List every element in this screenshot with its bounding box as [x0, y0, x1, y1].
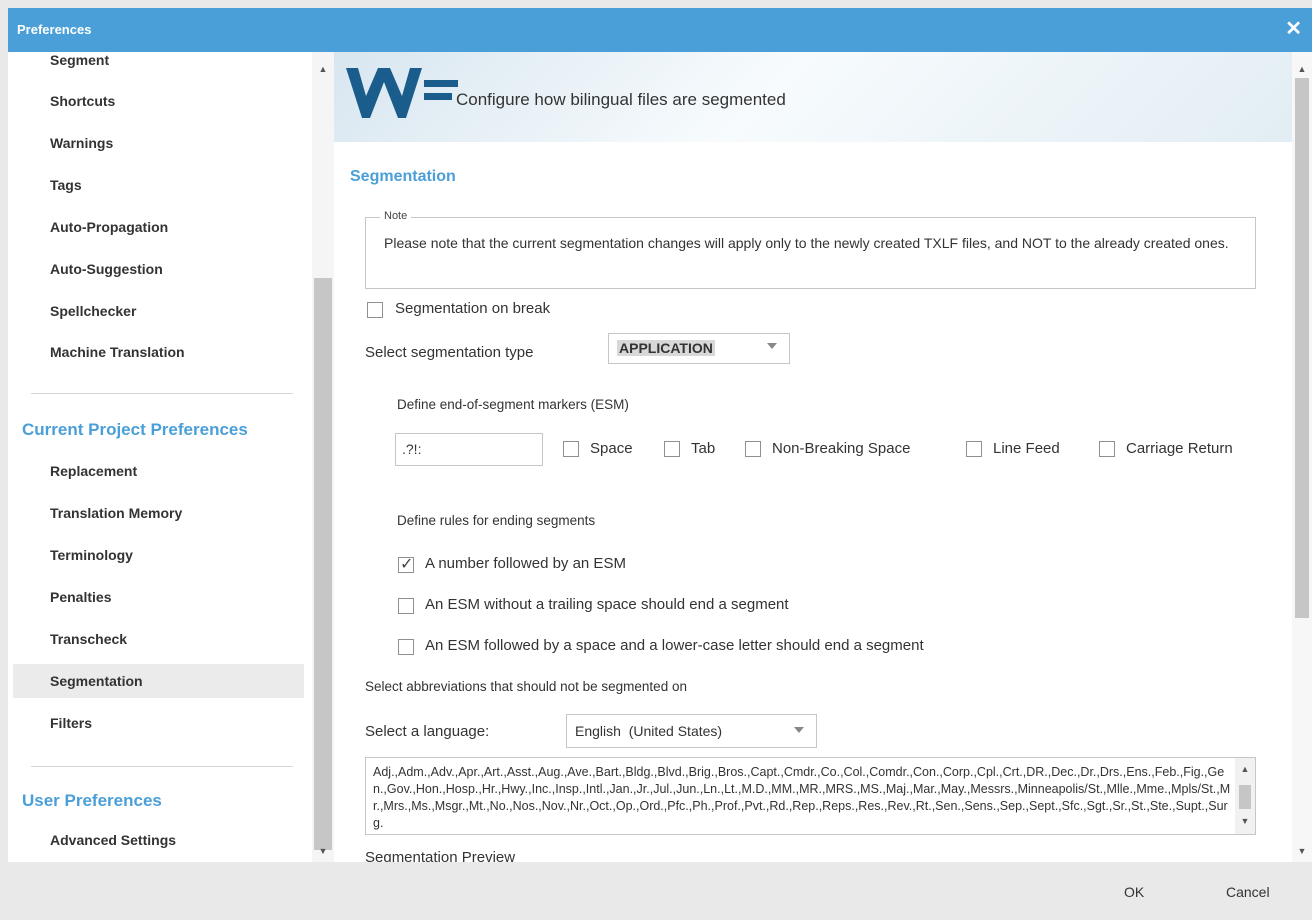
scroll-up-icon[interactable]: ▲ — [312, 64, 334, 74]
scroll-down-icon[interactable]: ▼ — [312, 846, 334, 856]
sidebar-item-shortcuts[interactable]: Shortcuts — [13, 84, 304, 118]
close-icon[interactable]: ✕ — [1285, 18, 1302, 40]
main-panel: Configure how bilingual files are segmen… — [334, 52, 1292, 862]
ok-button[interactable]: OK — [1124, 884, 1144, 900]
main-scrollbar[interactable]: ▲ ▼ — [1292, 52, 1312, 862]
preferences-dialog: Segment Shortcuts Warnings Tags Auto-Pro… — [8, 52, 1312, 862]
chevron-down-icon — [767, 343, 777, 349]
tab-label: Tab — [691, 440, 716, 457]
scroll-down-icon[interactable]: ▼ — [1235, 816, 1255, 826]
scroll-up-icon[interactable]: ▲ — [1292, 64, 1312, 74]
space-label: Space — [590, 440, 633, 457]
sidebar-item-segmentation[interactable]: Segmentation — [13, 664, 304, 698]
sidebar-item-tags[interactable]: Tags — [13, 168, 304, 202]
language-value: English (United States) — [575, 723, 723, 739]
current-project-header: Current Project Preferences — [22, 420, 248, 439]
rule-no-trailing-space-checkbox[interactable] — [398, 598, 414, 614]
line-feed-label: Line Feed — [993, 440, 1060, 457]
note-text: Please note that the current segmentatio… — [384, 235, 1229, 251]
cancel-button[interactable]: Cancel — [1226, 884, 1270, 900]
user-preferences-header: User Preferences — [22, 791, 162, 810]
scroll-down-icon[interactable]: ▼ — [1292, 846, 1312, 856]
sidebar-item-translation-memory[interactable]: Translation Memory — [13, 496, 304, 530]
dialog-footer: OK Cancel — [8, 862, 1312, 920]
window-title: Preferences — [17, 22, 92, 37]
sidebar-scroll-thumb[interactable] — [314, 278, 332, 850]
abbreviations-textarea[interactable]: Adj.,Adm.,Adv.,Apr.,Art.,Asst.,Aug.,Ave.… — [365, 757, 1256, 835]
sidebar-item-replacement[interactable]: Replacement — [13, 454, 304, 488]
abbreviations-scrollbar[interactable]: ▲ ▼ — [1235, 758, 1255, 834]
esm-label: Define end-of-segment markers (ESM) — [397, 397, 629, 412]
section-title: Segmentation — [350, 168, 456, 185]
carriage-return-checkbox[interactable] — [1099, 441, 1115, 457]
sidebar-item-segment[interactable]: Segment — [13, 52, 304, 77]
note-legend: Note — [380, 210, 412, 222]
sidebar-item-auto-suggestion[interactable]: Auto-Suggestion — [13, 252, 304, 286]
rule-no-trailing-space-label: An ESM without a trailing space should e… — [425, 596, 789, 613]
chevron-down-icon — [794, 727, 804, 733]
sidebar-item-filters[interactable]: Filters — [13, 706, 304, 740]
language-select[interactable]: English (United States) — [566, 714, 817, 748]
sidebar-divider — [31, 393, 293, 394]
tab-checkbox[interactable] — [664, 441, 680, 457]
sidebar-item-penalties[interactable]: Penalties — [13, 580, 304, 614]
rules-label: Define rules for ending segments — [397, 513, 596, 528]
sidebar-item-auto-propagation[interactable]: Auto-Propagation — [13, 210, 304, 244]
banner-tagline: Configure how bilingual files are segmen… — [456, 90, 786, 109]
wf-logo-icon — [346, 68, 458, 118]
non-breaking-space-checkbox[interactable] — [745, 441, 761, 457]
abbreviations-text: Adj.,Adm.,Adv.,Apr.,Art.,Asst.,Aug.,Ave.… — [373, 765, 1231, 830]
sidebar-item-advanced-settings[interactable]: Advanced Settings — [13, 823, 304, 857]
non-breaking-space-label: Non-Breaking Space — [772, 440, 911, 457]
sidebar-item-warnings[interactable]: Warnings — [13, 126, 304, 160]
language-label: Select a language: — [365, 723, 490, 740]
sidebar-item-terminology[interactable]: Terminology — [13, 538, 304, 572]
main-scroll-thumb[interactable] — [1295, 78, 1309, 618]
seg-type-value: APPLICATION — [617, 340, 715, 356]
line-feed-checkbox[interactable] — [966, 441, 982, 457]
segmentation-preview-label: Segmentation Preview — [365, 849, 516, 862]
segmentation-on-break-checkbox[interactable] — [367, 302, 383, 318]
esm-input[interactable]: .?!: — [395, 433, 543, 466]
rule-lowercase-label: An ESM followed by a space and a lower-c… — [425, 637, 924, 654]
sidebar-item-machine-translation[interactable]: Machine Translation — [13, 335, 304, 369]
sidebar-item-transcheck[interactable]: Transcheck — [13, 622, 304, 656]
seg-type-label: Select segmentation type — [365, 344, 534, 361]
title-bar: Preferences ✕ — [8, 8, 1312, 52]
rule-number-esm-checkbox[interactable] — [398, 554, 414, 574]
scroll-up-icon[interactable]: ▲ — [1235, 764, 1255, 774]
rule-number-esm-label: A number followed by an ESM — [425, 555, 626, 572]
header-banner: Configure how bilingual files are segmen… — [334, 52, 1292, 142]
segmentation-on-break-label: Segmentation on break — [395, 300, 551, 317]
note-box: Note Please note that the current segmen… — [365, 210, 1256, 289]
space-checkbox[interactable] — [563, 441, 579, 457]
sidebar-divider — [31, 766, 293, 767]
carriage-return-label: Carriage Return — [1126, 440, 1233, 457]
sidebar: Segment Shortcuts Warnings Tags Auto-Pro… — [8, 52, 312, 862]
sidebar-item-spellchecker[interactable]: Spellchecker — [13, 294, 304, 328]
sidebar-scrollbar[interactable]: ▲ ▼ — [312, 52, 334, 862]
abbreviations-scroll-thumb[interactable] — [1239, 785, 1251, 809]
rule-lowercase-checkbox[interactable] — [398, 639, 414, 655]
abbreviations-label: Select abbreviations that should not be … — [365, 679, 687, 694]
seg-type-select[interactable]: APPLICATION — [608, 333, 790, 364]
